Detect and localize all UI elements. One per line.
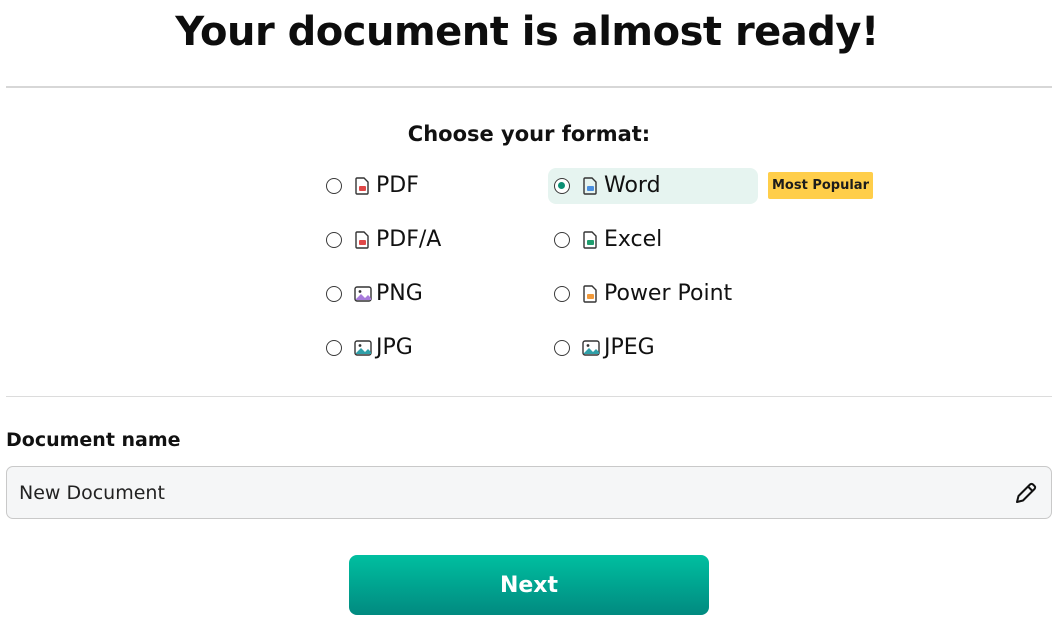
middle-divider: [6, 396, 1052, 397]
format-option-label: PDF: [376, 173, 419, 198]
powerpoint-file-icon: [582, 285, 598, 303]
format-option-label: Power Point: [604, 281, 733, 306]
format-option-pdfa[interactable]: PDF/A: [326, 222, 441, 258]
format-option-word[interactable]: Word: [548, 168, 758, 204]
radio-button[interactable]: [554, 232, 570, 248]
page-title: Your document is almost ready!: [175, 9, 879, 55]
format-option-jpeg[interactable]: JPEG: [554, 330, 655, 366]
word-file-icon: [582, 177, 598, 195]
image-file-icon: [582, 339, 600, 357]
document-name-field: [6, 466, 1052, 519]
radio-button[interactable]: [554, 286, 570, 302]
top-divider: [6, 86, 1052, 88]
document-name-input[interactable]: [7, 467, 999, 518]
format-option-label: JPEG: [604, 335, 655, 360]
pdf-file-icon: [354, 231, 370, 249]
pencil-icon[interactable]: [1011, 478, 1041, 508]
next-button[interactable]: Next: [349, 555, 709, 615]
image-file-icon: [354, 285, 372, 303]
format-option-jpg[interactable]: JPG: [326, 330, 413, 366]
excel-file-icon: [582, 231, 598, 249]
document-format-page: Your document is almost ready! Choose yo…: [0, 0, 1054, 625]
radio-button[interactable]: [326, 178, 342, 194]
image-file-icon: [354, 339, 372, 357]
radio-button-checked[interactable]: [554, 178, 570, 194]
format-option-excel[interactable]: Excel: [554, 222, 662, 258]
format-option-png[interactable]: PNG: [326, 276, 423, 312]
format-option-label: Word: [604, 173, 661, 198]
format-option-pdf[interactable]: PDF: [326, 168, 419, 204]
radio-button[interactable]: [326, 286, 342, 302]
format-option-label: Excel: [604, 227, 663, 252]
pdf-file-icon: [354, 177, 370, 195]
radio-button[interactable]: [326, 340, 342, 356]
format-option-powerpoint[interactable]: Power Point: [554, 276, 732, 312]
format-option-label: JPG: [376, 335, 413, 360]
document-name-label: Document name: [6, 429, 181, 451]
format-section-label: Choose your format:: [407, 122, 651, 146]
most-popular-badge: Most Popular: [768, 172, 873, 199]
format-option-label: PNG: [376, 281, 423, 306]
format-option-label: PDF/A: [376, 227, 442, 252]
radio-button[interactable]: [326, 232, 342, 248]
radio-button[interactable]: [554, 340, 570, 356]
